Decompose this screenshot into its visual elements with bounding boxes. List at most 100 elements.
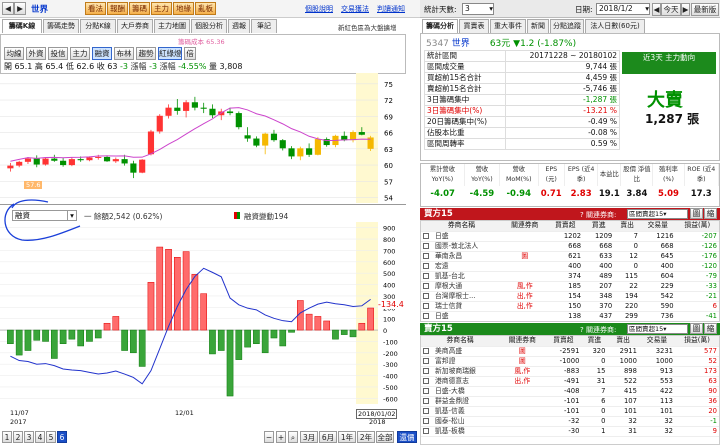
zoom-out-icon[interactable]: − bbox=[264, 431, 274, 443]
tab-5[interactable]: 個股分析 bbox=[191, 19, 227, 33]
row-checkbox[interactable] bbox=[423, 292, 429, 299]
row-checkbox[interactable] bbox=[423, 357, 429, 364]
search-icon[interactable]: ⌕ bbox=[288, 431, 298, 443]
today-button[interactable]: 今天 bbox=[661, 3, 681, 16]
table-row[interactable]: 瑞士信貸 出,作 150 370 220 590 6 bbox=[421, 301, 719, 312]
table-row[interactable]: 摩根大通 風,作 185 207 22 229 -33 bbox=[421, 281, 719, 292]
table-row[interactable]: 美商高盛圖 -2591 320 2911 3231 577 bbox=[421, 346, 719, 357]
row-checkbox[interactable] bbox=[423, 302, 429, 309]
toolbar-button-1[interactable]: 報酬 bbox=[107, 2, 128, 15]
row-checkbox[interactable] bbox=[423, 312, 429, 319]
range-4[interactable]: 全部 bbox=[376, 431, 394, 443]
row-checkbox[interactable] bbox=[423, 397, 429, 404]
forward-arrow-icon[interactable]: ▶ bbox=[14, 2, 26, 15]
right-tab-5[interactable]: 法人日數(60元) bbox=[585, 19, 645, 33]
page-6[interactable]: 6 bbox=[57, 431, 67, 443]
page-2[interactable]: 2 bbox=[13, 431, 23, 443]
row-checkbox[interactable] bbox=[423, 407, 429, 414]
buy-chart-button[interactable]: 圖 bbox=[690, 208, 703, 219]
date-field[interactable]: 2018/1/2 ▾ bbox=[596, 3, 650, 15]
row-checkbox[interactable] bbox=[423, 252, 429, 259]
indicator-4[interactable]: 融資 bbox=[92, 47, 112, 60]
row-checkbox[interactable] bbox=[423, 377, 429, 384]
tab-7[interactable]: 筆記 bbox=[251, 19, 277, 33]
indicator-3[interactable]: 主力 bbox=[70, 47, 90, 60]
row-checkbox[interactable] bbox=[423, 427, 429, 434]
row-checkbox[interactable] bbox=[423, 272, 429, 279]
row-checkbox[interactable] bbox=[423, 242, 429, 249]
tab-0[interactable]: 籌碼K線 bbox=[2, 19, 42, 33]
toolbar-link-0[interactable]: 個股說明 bbox=[305, 4, 333, 14]
page-4[interactable]: 4 bbox=[35, 431, 45, 443]
table-row[interactable]: 港商德意志 出,作 -491 31 522 553 63 bbox=[421, 376, 719, 387]
indicator-5[interactable]: 布林 bbox=[114, 47, 134, 60]
zoom-in-icon[interactable]: + bbox=[276, 431, 286, 443]
row-checkbox[interactable] bbox=[423, 232, 429, 239]
page-1[interactable]: 1 bbox=[2, 431, 12, 443]
next-date-icon[interactable]: ▶ bbox=[681, 3, 690, 16]
row-checkbox[interactable] bbox=[423, 262, 429, 269]
table-row[interactable]: 日盛 138 437 299 736 -41 bbox=[421, 311, 719, 321]
right-tab-3[interactable]: 新聞 bbox=[527, 19, 549, 33]
toolbar-link-1[interactable]: 交易獲法 bbox=[341, 4, 369, 14]
indicator-8[interactable]: 倍 bbox=[184, 47, 196, 60]
range-2[interactable]: 1年 bbox=[338, 431, 356, 443]
toolbar-button-0[interactable]: 看法 bbox=[85, 2, 106, 15]
indicator-6[interactable]: 趨勢 bbox=[136, 47, 156, 60]
table-row[interactable]: 富邦證圖 -1000 0 1000 1000 52 bbox=[421, 356, 719, 367]
table-row[interactable]: 國票-敦北法人 668 668 0 668 -126 bbox=[421, 241, 719, 252]
tab-3[interactable]: 大戶券商 bbox=[117, 19, 153, 33]
stat-key: 3日籌碼集中(%) bbox=[424, 105, 506, 117]
tab-6[interactable]: 週報 bbox=[228, 19, 250, 33]
indicator-1[interactable]: 外資 bbox=[26, 47, 46, 60]
buy-collapse-button[interactable]: 縮 bbox=[704, 208, 717, 219]
table-row[interactable]: 凱基-板橋 -30 1 31 32 9 bbox=[421, 426, 719, 437]
buy-range-select[interactable]: 區間賣超15▾ bbox=[627, 209, 688, 219]
range-3[interactable]: 2年 bbox=[357, 431, 375, 443]
tab-1[interactable]: 籌碼走勢 bbox=[43, 19, 79, 33]
tab-2[interactable]: 分點K線 bbox=[80, 19, 116, 33]
toolbar-button-2[interactable]: 籌碼 bbox=[129, 2, 150, 15]
range-0[interactable]: 3月 bbox=[300, 431, 318, 443]
toolbar-button-4[interactable]: 地緣 bbox=[173, 2, 194, 15]
row-checkbox[interactable] bbox=[423, 417, 429, 424]
table-row[interactable]: 國泰-松山 -32 0 32 32 -1 bbox=[421, 416, 719, 427]
market-label[interactable]: 世界 bbox=[31, 3, 48, 15]
days-select[interactable]: 3 ▾ bbox=[462, 3, 494, 15]
table-row[interactable]: 群益金鼎證 -101 6 107 113 36 bbox=[421, 396, 719, 407]
row-checkbox[interactable] bbox=[423, 387, 429, 394]
toolbar-link-2[interactable]: 判讀通知 bbox=[377, 4, 405, 14]
sell-range-select[interactable]: 區間賣超15▾ bbox=[627, 324, 688, 334]
indicator-7[interactable]: 紅綠燈 bbox=[158, 47, 182, 60]
back-arrow-icon[interactable]: ◀ bbox=[2, 2, 14, 15]
table-row[interactable]: 凱基-信義 -101 0 101 101 20 bbox=[421, 406, 719, 417]
table-row[interactable]: 台灣摩根士... 出,作 154 348 194 542 -21 bbox=[421, 291, 719, 302]
page-5[interactable]: 5 bbox=[46, 431, 56, 443]
right-tab-4[interactable]: 分點追蹤 bbox=[550, 19, 584, 33]
latest-button[interactable]: 最新版 bbox=[691, 3, 719, 16]
sell-chart-button[interactable]: 圖 bbox=[690, 323, 703, 334]
table-row[interactable]: 日盛-大橋 -408 7 415 422 90 bbox=[421, 386, 719, 397]
tab-4[interactable]: 主力地圖 bbox=[154, 19, 190, 33]
table-row[interactable]: 宏遠 400 400 0 400 -120 bbox=[421, 261, 719, 272]
right-tab-0[interactable]: 籌碼分析 bbox=[422, 19, 458, 33]
sell-collapse-button[interactable]: 縮 bbox=[704, 323, 717, 334]
prev-date-icon[interactable]: ◀ bbox=[652, 3, 661, 16]
toolbar-button-3[interactable]: 主力 bbox=[151, 2, 172, 15]
right-tab-1[interactable]: 買賣表 bbox=[459, 19, 489, 33]
table-row[interactable]: 日盛 1202 1209 7 1216 -207 bbox=[421, 231, 719, 242]
indicator-0[interactable]: 均線 bbox=[4, 47, 24, 60]
restore-price-button[interactable]: 還價 bbox=[397, 431, 417, 443]
range-1[interactable]: 6月 bbox=[319, 431, 337, 443]
row-checkbox[interactable] bbox=[423, 282, 429, 289]
row-checkbox[interactable] bbox=[423, 367, 429, 374]
table-row[interactable]: 新加坡商瑞銀 風,作 -883 15 898 913 173 bbox=[421, 366, 719, 377]
toolbar-button-5[interactable]: 亂板 bbox=[195, 2, 216, 15]
page-3[interactable]: 3 bbox=[24, 431, 34, 443]
checkbox-cell bbox=[421, 356, 433, 367]
table-row[interactable]: 凱基-台北 374 489 115 604 -79 bbox=[421, 271, 719, 282]
right-tab-2[interactable]: 重大事件 bbox=[490, 19, 526, 33]
indicator-2[interactable]: 投信 bbox=[48, 47, 68, 60]
row-checkbox[interactable] bbox=[423, 347, 429, 354]
table-row[interactable]: 華南永昌圖 621 633 12 645 -176 bbox=[421, 251, 719, 262]
